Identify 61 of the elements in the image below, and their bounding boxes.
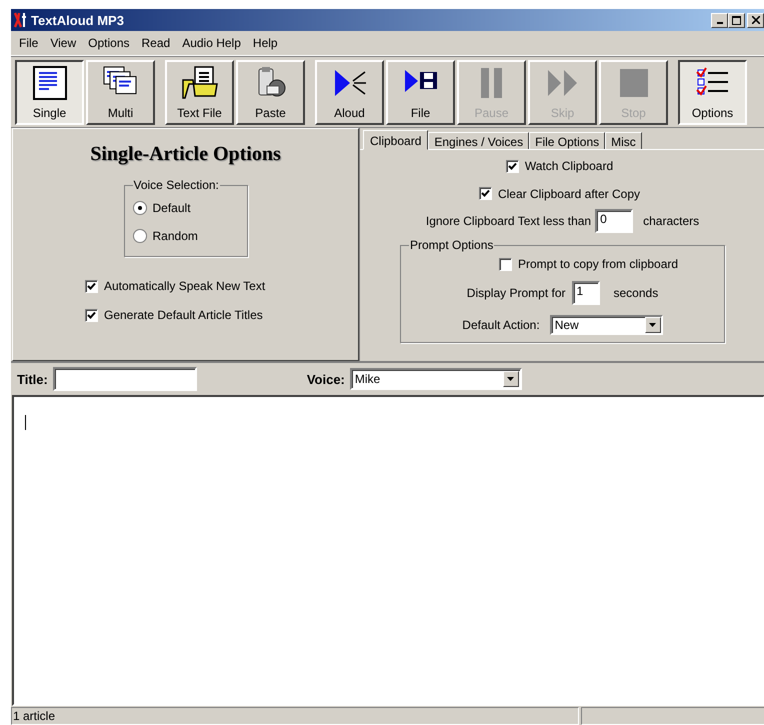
menu-item[interactable]: View — [44, 35, 82, 51]
field-label: Title: — [17, 372, 48, 386]
checkbox[interactable] — [478, 187, 492, 200]
document-icon — [32, 66, 66, 100]
maximize-icon — [732, 16, 741, 24]
checkbox[interactable] — [506, 160, 519, 172]
toolbar-button[interactable]: File — [386, 60, 455, 125]
menu-item[interactable]: Audio Help — [176, 35, 247, 51]
window-title: TextAloud MP3 — [31, 12, 124, 28]
checkbox[interactable] — [85, 308, 98, 322]
minimize-button[interactable] — [711, 12, 728, 28]
checkbox-label: Generate Default Article Titles — [104, 308, 263, 322]
group-label: Prompt Options — [409, 238, 494, 252]
tab[interactable]: Clipboard — [363, 130, 428, 150]
text-cursor — [25, 415, 26, 430]
dropdown[interactable]: New — [550, 315, 663, 335]
close-icon — [752, 16, 760, 24]
tab[interactable]: File Options — [529, 132, 606, 150]
caret-icon — [649, 323, 656, 327]
voice-dropdown[interactable]: Mike — [350, 368, 522, 390]
unit-label: seconds — [614, 286, 658, 300]
unit-label: characters — [643, 214, 700, 228]
toolbar-button[interactable]: Paste — [236, 60, 305, 125]
checkbox-label: Watch Clipboard — [524, 159, 614, 173]
checkbox[interactable] — [499, 258, 512, 270]
radio-button[interactable] — [132, 229, 146, 243]
toolbar-button[interactable]: Multi — [86, 60, 155, 125]
maximize-button[interactable] — [728, 12, 745, 28]
tab[interactable]: Engines / Voices — [428, 132, 530, 150]
menu-item[interactable]: Help — [246, 35, 284, 51]
field-label: Default Action: — [462, 318, 540, 332]
toolbar-button[interactable]: Single — [15, 60, 84, 125]
fast-forward-icon — [546, 68, 580, 98]
checkbox-label: Automatically Speak New Text — [104, 279, 266, 293]
caret-icon — [507, 377, 514, 381]
field-label: Display Prompt for — [466, 286, 566, 300]
checkbox-label: Clear Clipboard after Copy — [498, 186, 640, 200]
toolbar-button[interactable]: Aloud — [315, 60, 384, 125]
toolbar-button[interactable]: Options — [678, 60, 747, 125]
menu-item[interactable]: Read — [136, 35, 176, 51]
menu-item[interactable]: File — [13, 35, 44, 51]
status-text: 1 article — [11, 707, 579, 725]
checkbox-label: Prompt to copy from clipboard — [518, 257, 678, 271]
stop-icon — [618, 68, 648, 98]
close-button[interactable] — [747, 12, 764, 28]
radio-label: Default — [152, 201, 191, 215]
field-label: Ignore Clipboard Text less than — [426, 214, 592, 228]
group-label: Voice Selection: — [132, 178, 220, 192]
tab[interactable]: Misc — [605, 132, 642, 150]
title-field[interactable] — [52, 367, 197, 391]
folder-document-icon — [180, 66, 218, 100]
menu-item[interactable]: Options — [82, 35, 136, 51]
toolbar-button[interactable]: Text File — [165, 60, 234, 125]
app-icon — [14, 12, 28, 28]
radio-label: Random — [152, 229, 198, 243]
radio-button[interactable] — [132, 201, 146, 215]
number-field[interactable]: 0 — [595, 209, 634, 233]
panel-heading: Single-Article Options — [90, 143, 281, 166]
number-field[interactable]: 1 — [572, 281, 600, 305]
checkbox[interactable] — [85, 280, 98, 292]
field-label: Voice: — [306, 372, 345, 386]
